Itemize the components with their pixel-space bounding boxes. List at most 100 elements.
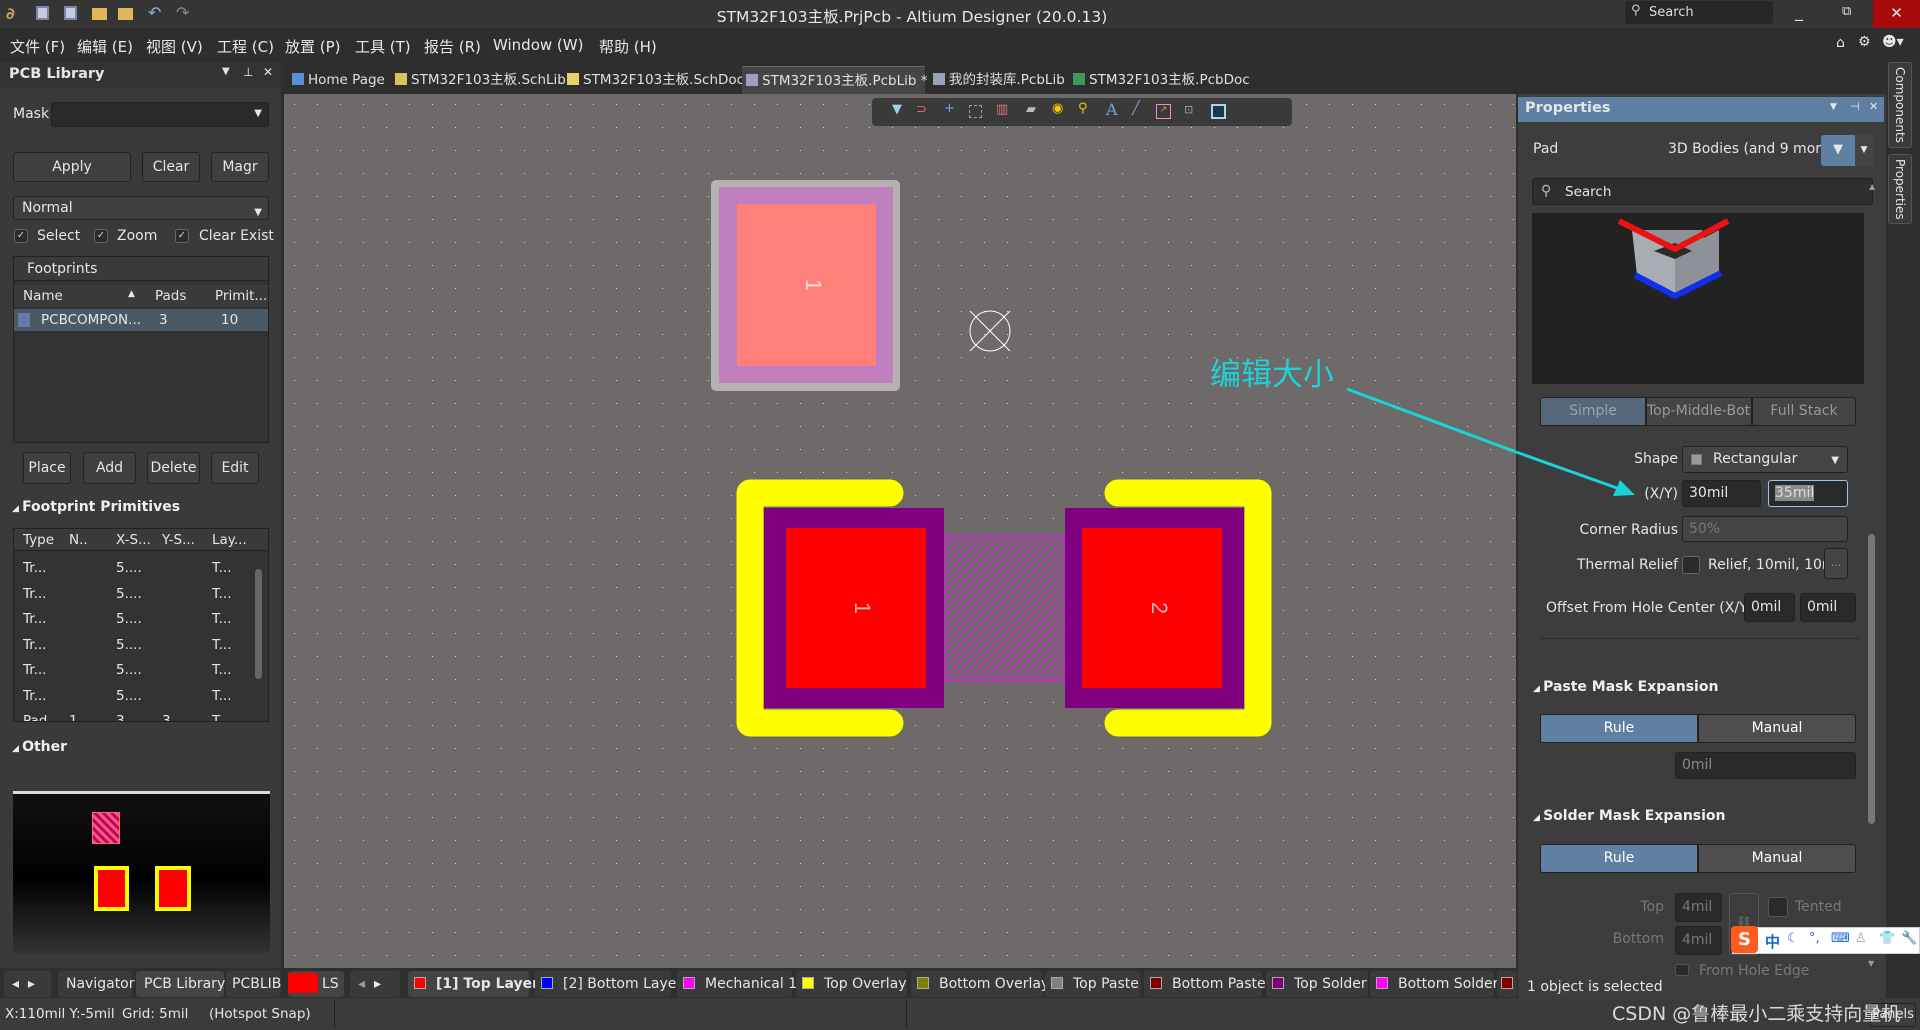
restore-button[interactable]: ⧉	[1842, 4, 1851, 19]
footprint-primitives-heading[interactable]: ◢ Footprint Primitives	[12, 499, 180, 515]
layer-tab[interactable]: Bottom Paste	[1144, 971, 1266, 997]
size-x-input[interactable]: 30mil	[1682, 480, 1761, 507]
primitives-scrollbar[interactable]	[255, 569, 262, 679]
scroll-down-icon[interactable]: ▼	[1868, 959, 1874, 968]
column-type[interactable]: Type	[23, 532, 54, 548]
primitive-row[interactable]: Tr... 5.... T...	[14, 557, 254, 579]
offset-x-input[interactable]: 0mil	[1744, 593, 1795, 622]
tab-schlib[interactable]: STM32F103主板.SchLib	[391, 66, 566, 94]
thermal-relief-more-button[interactable]: ...	[1824, 548, 1848, 579]
ime-toolbar[interactable]: S 中 ☾ °, ⌨ ♙ 👕 🔧	[1731, 926, 1920, 954]
mode-dropdown[interactable]: Normal ▼	[13, 196, 269, 220]
ime-punct-icon[interactable]: °,	[1809, 931, 1820, 946]
footprint-row[interactable]: PCBCOMPON... 3 10	[14, 309, 268, 331]
properties-search[interactable]: ⚲ Search	[1532, 178, 1873, 205]
user-icon[interactable]: ☻▾	[1882, 34, 1904, 50]
from-hole-edge-checkbox[interactable]	[1675, 964, 1689, 976]
layer-tab[interactable]: Mechanical 1	[677, 971, 797, 997]
ime-keyboard-icon[interactable]: ⌨	[1831, 931, 1850, 946]
layer-tab[interactable]: Top Overlay	[796, 971, 907, 997]
thermal-relief-checkbox[interactable]	[1682, 556, 1700, 574]
tab-pcblib[interactable]: PCBLIB	[226, 971, 281, 997]
tab-home-page[interactable]: Home Page	[288, 66, 385, 94]
primitive-row[interactable]: Tr... 5.... T...	[14, 608, 254, 630]
column-number[interactable]: N..	[69, 532, 88, 548]
pin-icon[interactable]: ⊣	[1850, 100, 1860, 113]
preview-scrollbar[interactable]: ▲	[1869, 182, 1875, 191]
menu-file[interactable]: 文件 (F)	[10, 36, 65, 57]
solder-manual-button[interactable]: Manual	[1698, 844, 1856, 873]
tented-checkbox[interactable]	[1768, 897, 1788, 917]
global-search[interactable]: ⚲ Search	[1625, 1, 1773, 24]
menu-window[interactable]: Window (W)	[493, 36, 583, 54]
paste-rule-button[interactable]: Rule	[1540, 714, 1698, 743]
solder-top-input[interactable]: 4mil	[1675, 893, 1722, 922]
column-primitives[interactable]: Primit...	[215, 288, 267, 304]
filter-dropdown[interactable]: ▼	[1855, 135, 1873, 166]
menu-edit[interactable]: 编辑 (E)	[77, 36, 133, 57]
magnify-button[interactable]: Magr	[211, 152, 269, 182]
ime-moon-icon[interactable]: ☾	[1787, 931, 1799, 946]
add-button[interactable]: Add	[83, 452, 136, 484]
pcb-drawing[interactable]: 1 1 2 编辑大小	[284, 94, 1516, 968]
other-heading[interactable]: ◢ Other	[12, 739, 67, 755]
stack-mode-simple[interactable]: Simple	[1540, 397, 1646, 426]
primitive-row[interactable]: Tr... 5.... T...	[14, 634, 254, 656]
clear-exist-checkbox[interactable]: ✓	[175, 229, 189, 243]
shape-dropdown[interactable]: Rectangular ▼	[1682, 446, 1848, 473]
layer-tab[interactable]: Bottom Overlay	[911, 971, 1049, 997]
panel-menu-icon[interactable]: ▼	[1830, 102, 1837, 112]
ime-chinese-mode[interactable]: 中	[1765, 931, 1780, 952]
clear-button[interactable]: Clear	[142, 152, 200, 182]
layer-scroll-arrows[interactable]: ◂ ▸	[350, 971, 400, 997]
close-panel-icon[interactable]: ✕	[263, 65, 273, 79]
filter-icon[interactable]: ▼	[892, 102, 902, 117]
layer-tab[interactable]: [2] Bottom Layer	[535, 971, 682, 997]
panel-menu-icon[interactable]: ▼	[222, 66, 230, 77]
properties-scrollbar[interactable]	[1868, 534, 1875, 824]
apply-button[interactable]: Apply	[13, 152, 131, 182]
close-panel-icon[interactable]: ✕	[1869, 100, 1878, 113]
tab-schdoc[interactable]: STM32F103主板.SchDoc	[563, 66, 744, 94]
menu-reports[interactable]: 报告 (R)	[424, 36, 481, 57]
menu-tools[interactable]: 工具 (T)	[355, 36, 411, 57]
column-pads[interactable]: Pads	[155, 288, 186, 304]
tab-pcbdoc[interactable]: STM32F103主板.PcbDoc	[1069, 66, 1250, 94]
select-checkbox[interactable]: ✓	[14, 229, 28, 243]
column-name[interactable]: Name	[23, 288, 63, 304]
paste-mask-heading[interactable]: ◢ Paste Mask Expansion	[1533, 679, 1718, 695]
align-icon[interactable]: ▥	[996, 102, 1008, 117]
pad-2[interactable]: 2	[1065, 508, 1244, 708]
move-icon[interactable]: +	[944, 101, 955, 116]
menu-help[interactable]: 帮助 (H)	[599, 36, 657, 57]
line-icon[interactable]: ╱	[1132, 101, 1140, 116]
primitive-row[interactable]: Tr... 5.... T...	[14, 583, 254, 605]
pad-icon[interactable]: ◉	[1052, 101, 1063, 116]
selected-pad[interactable]: 1	[711, 180, 900, 391]
minimize-button[interactable]: _	[1795, 2, 1803, 21]
solder-rule-button[interactable]: Rule	[1540, 844, 1698, 873]
ime-settings-icon[interactable]: 🔧	[1901, 931, 1917, 946]
solder-mask-heading[interactable]: ◢ Solder Mask Expansion	[1533, 808, 1726, 824]
region-icon[interactable]	[1211, 104, 1226, 119]
ime-user-icon[interactable]: ♙	[1855, 931, 1867, 946]
place-button[interactable]: Place	[23, 452, 71, 484]
layer-tab[interactable]: Bottom Solder	[1370, 971, 1498, 997]
tab-navigator[interactable]: Navigator	[58, 971, 135, 997]
solder-bottom-input[interactable]: 4mil	[1675, 926, 1722, 955]
offset-y-input[interactable]: 0mil	[1800, 593, 1856, 622]
layer-tab[interactable]: [1] Top Layer	[408, 971, 539, 997]
home-icon[interactable]: ⌂	[1836, 35, 1845, 51]
side-tab-properties[interactable]: Properties	[1888, 154, 1912, 224]
component-icon[interactable]: ▰	[1026, 102, 1036, 117]
tab-pcblib-active[interactable]: STM32F103主板.PcbLib *	[742, 66, 927, 94]
pad-1[interactable]: 1	[764, 508, 944, 708]
layer-set-button[interactable]: LS	[288, 971, 344, 997]
corner-radius-input[interactable]: 50%	[1682, 516, 1848, 542]
menu-place[interactable]: 放置 (P)	[285, 36, 341, 57]
primitive-row[interactable]: Tr... 5.... T...	[14, 659, 254, 681]
menu-project[interactable]: 工程 (C)	[217, 36, 274, 57]
ime-skin-icon[interactable]: 👕	[1879, 931, 1895, 946]
select-rect-icon[interactable]	[969, 105, 982, 118]
tab-pcb-library[interactable]: PCB Library	[136, 971, 225, 997]
